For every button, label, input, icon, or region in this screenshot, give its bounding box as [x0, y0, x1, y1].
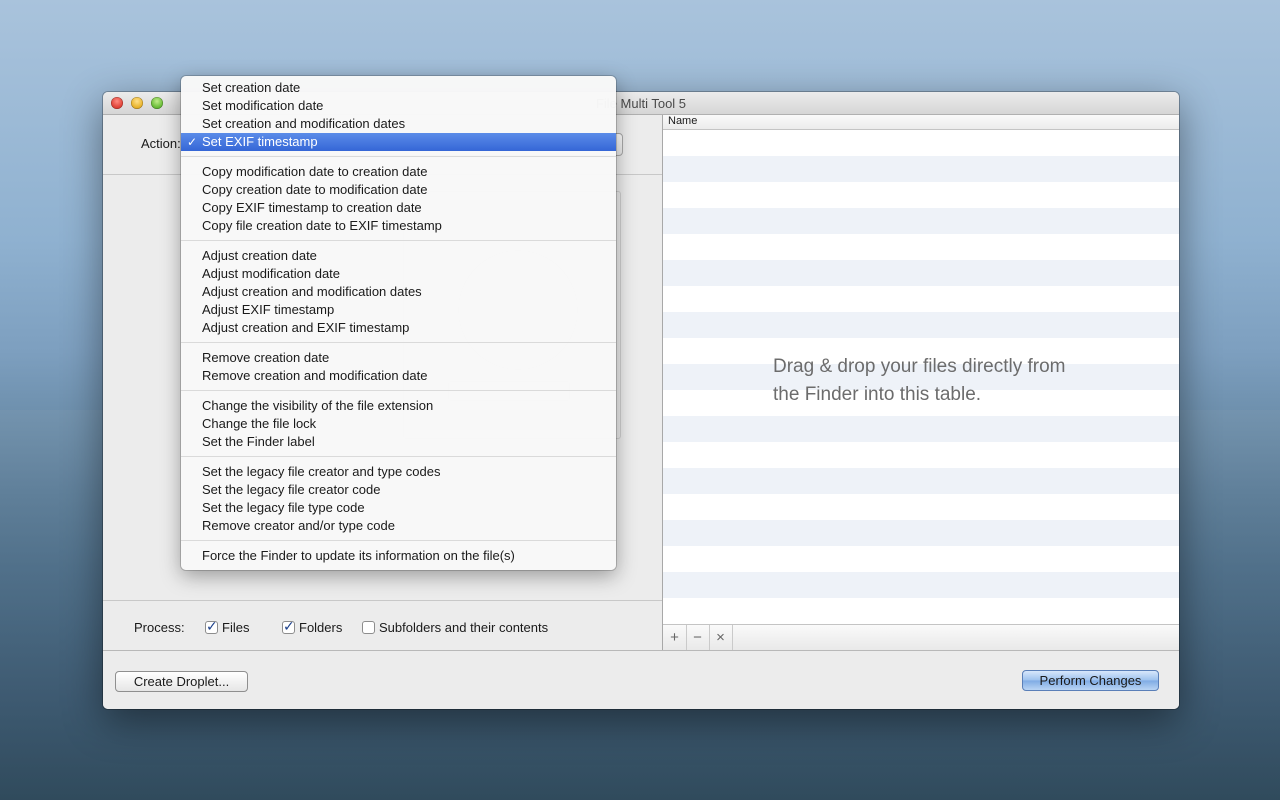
- menu-item[interactable]: Adjust EXIF timestamp: [181, 301, 616, 319]
- menu-item-label: Adjust creation and modification dates: [202, 284, 422, 299]
- menu-item[interactable]: ✓ Set EXIF timestamp: [181, 133, 616, 151]
- menu-separator: [181, 540, 616, 541]
- menu-item-label: Copy file creation date to EXIF timestam…: [202, 218, 442, 233]
- menu-item-label: Set EXIF timestamp: [202, 134, 318, 149]
- menu-item-label: Set creation date: [202, 80, 301, 95]
- menu-item[interactable]: Set the legacy file creator and type cod…: [181, 463, 616, 481]
- add-file-button[interactable]: +: [663, 625, 687, 651]
- clear-files-button[interactable]: ×: [709, 625, 733, 651]
- minus-icon: −: [693, 629, 702, 646]
- table-row[interactable]: [663, 312, 1179, 338]
- action-label: Action:: [141, 136, 181, 151]
- menu-item[interactable]: Copy creation date to modification date: [181, 181, 616, 199]
- menu-item[interactable]: Set modification date: [181, 97, 616, 115]
- menu-item[interactable]: Change the file lock: [181, 415, 616, 433]
- menu-separator: [181, 156, 616, 157]
- menu-item[interactable]: Remove creation and modification date: [181, 367, 616, 385]
- menu-item[interactable]: Change the visibility of the file extens…: [181, 397, 616, 415]
- menu-item[interactable]: Set the legacy file creator code: [181, 481, 616, 499]
- menu-item[interactable]: Copy EXIF timestamp to creation date: [181, 199, 616, 217]
- create-droplet-button[interactable]: Create Droplet...: [115, 671, 248, 692]
- menu-item-label: Remove creation and modification date: [202, 368, 428, 383]
- files-checkbox-box[interactable]: [205, 618, 218, 635]
- table-header[interactable]: Name: [663, 115, 1179, 130]
- subfolders-checkbox[interactable]: Subfolders and their contents: [362, 620, 548, 635]
- files-checkbox-label: Files: [222, 620, 250, 635]
- menu-item-label: Adjust creation date: [202, 248, 317, 263]
- table-row[interactable]: [663, 572, 1179, 598]
- menu-item[interactable]: Copy modification date to creation date: [181, 163, 616, 181]
- footer-bar: Create Droplet... Perform Changes: [103, 650, 1179, 709]
- menu-item[interactable]: Set the Finder label: [181, 433, 616, 451]
- menu-item[interactable]: Adjust creation and modification dates: [181, 283, 616, 301]
- menu-item-label: Set modification date: [202, 98, 324, 113]
- menu-item[interactable]: Copy file creation date to EXIF timestam…: [181, 217, 616, 235]
- table-row[interactable]: [663, 494, 1179, 520]
- menu-item-label: Remove creation date: [202, 350, 330, 365]
- menu-item[interactable]: Set creation and modification dates: [181, 115, 616, 133]
- table-row[interactable]: [663, 260, 1179, 286]
- menu-item-label: Copy creation date to modification date: [202, 182, 428, 197]
- menu-separator: [181, 390, 616, 391]
- menu-item-label: Set the legacy file type code: [202, 500, 365, 515]
- checkmark-icon: ✓: [187, 135, 198, 149]
- subfolders-checkbox-label: Subfolders and their contents: [379, 620, 549, 635]
- table-row[interactable]: [663, 546, 1179, 572]
- folders-checkbox-box[interactable]: [282, 618, 295, 635]
- menu-item[interactable]: Set the legacy file type code: [181, 499, 616, 517]
- menu-item-label: Force the Finder to update its informati…: [202, 548, 515, 563]
- menu-item-label: Adjust EXIF timestamp: [202, 302, 335, 317]
- folders-checkbox-label: Folders: [299, 620, 343, 635]
- menu-item-label: Change the file lock: [202, 416, 317, 431]
- menu-item[interactable]: Remove creator and/or type code: [181, 517, 616, 535]
- subfolders-checkbox-box[interactable]: [362, 621, 375, 634]
- menu-item[interactable]: Remove creation date: [181, 349, 616, 367]
- menu-item-label: Set the Finder label: [202, 434, 315, 449]
- table-row[interactable]: [663, 442, 1179, 468]
- table-row[interactable]: [663, 130, 1179, 156]
- menu-separator: [181, 342, 616, 343]
- menu-separator: [181, 456, 616, 457]
- perform-changes-button[interactable]: Perform Changes: [1022, 670, 1159, 691]
- table-row[interactable]: [663, 416, 1179, 442]
- menu-item-label: Set the legacy file creator code: [202, 482, 381, 497]
- process-label: Process:: [134, 620, 185, 635]
- column-header-name[interactable]: Name: [668, 115, 697, 127]
- menu-item-label: Copy modification date to creation date: [202, 164, 428, 179]
- table-row[interactable]: [663, 286, 1179, 312]
- file-table[interactable]: Name Drag & drop your files directly fro…: [662, 115, 1179, 651]
- drop-message: Drag & drop your files directly from the…: [773, 356, 1066, 405]
- menu-separator: [181, 240, 616, 241]
- menu-item[interactable]: Set creation date: [181, 79, 616, 97]
- plus-icon: +: [670, 629, 679, 646]
- table-row[interactable]: [663, 234, 1179, 260]
- menu-item[interactable]: Force the Finder to update its informati…: [181, 547, 616, 565]
- close-icon: ×: [716, 629, 725, 646]
- folders-checkbox[interactable]: Folders: [282, 618, 343, 635]
- menu-item-label: Adjust modification date: [202, 266, 341, 281]
- table-row[interactable]: [663, 468, 1179, 494]
- files-checkbox[interactable]: Files: [205, 618, 250, 635]
- menu-item-label: Remove creator and/or type code: [202, 518, 395, 533]
- process-row: Process: Files Folders Subfolders and th…: [103, 600, 662, 651]
- table-row[interactable]: [663, 156, 1179, 182]
- menu-item-label: Adjust creation and EXIF timestamp: [202, 320, 410, 335]
- table-row[interactable]: [663, 182, 1179, 208]
- menu-item-label: Change the visibility of the file extens…: [202, 398, 434, 413]
- menu-item[interactable]: Adjust creation and EXIF timestamp: [181, 319, 616, 337]
- table-row[interactable]: [663, 208, 1179, 234]
- remove-file-button[interactable]: −: [686, 625, 710, 651]
- menu-item[interactable]: Adjust creation date: [181, 247, 616, 265]
- table-row[interactable]: [663, 598, 1179, 624]
- table-row[interactable]: [663, 520, 1179, 546]
- menu-item-label: Copy EXIF timestamp to creation date: [202, 200, 422, 215]
- action-dropdown-menu[interactable]: Set creation date Set modification date Se…: [181, 76, 616, 570]
- table-toolbar: + − ×: [663, 624, 1179, 651]
- menu-item-label: Set creation and modification dates: [202, 116, 406, 131]
- menu-item[interactable]: Adjust modification date: [181, 265, 616, 283]
- menu-item-label: Set the legacy file creator and type cod…: [202, 464, 441, 479]
